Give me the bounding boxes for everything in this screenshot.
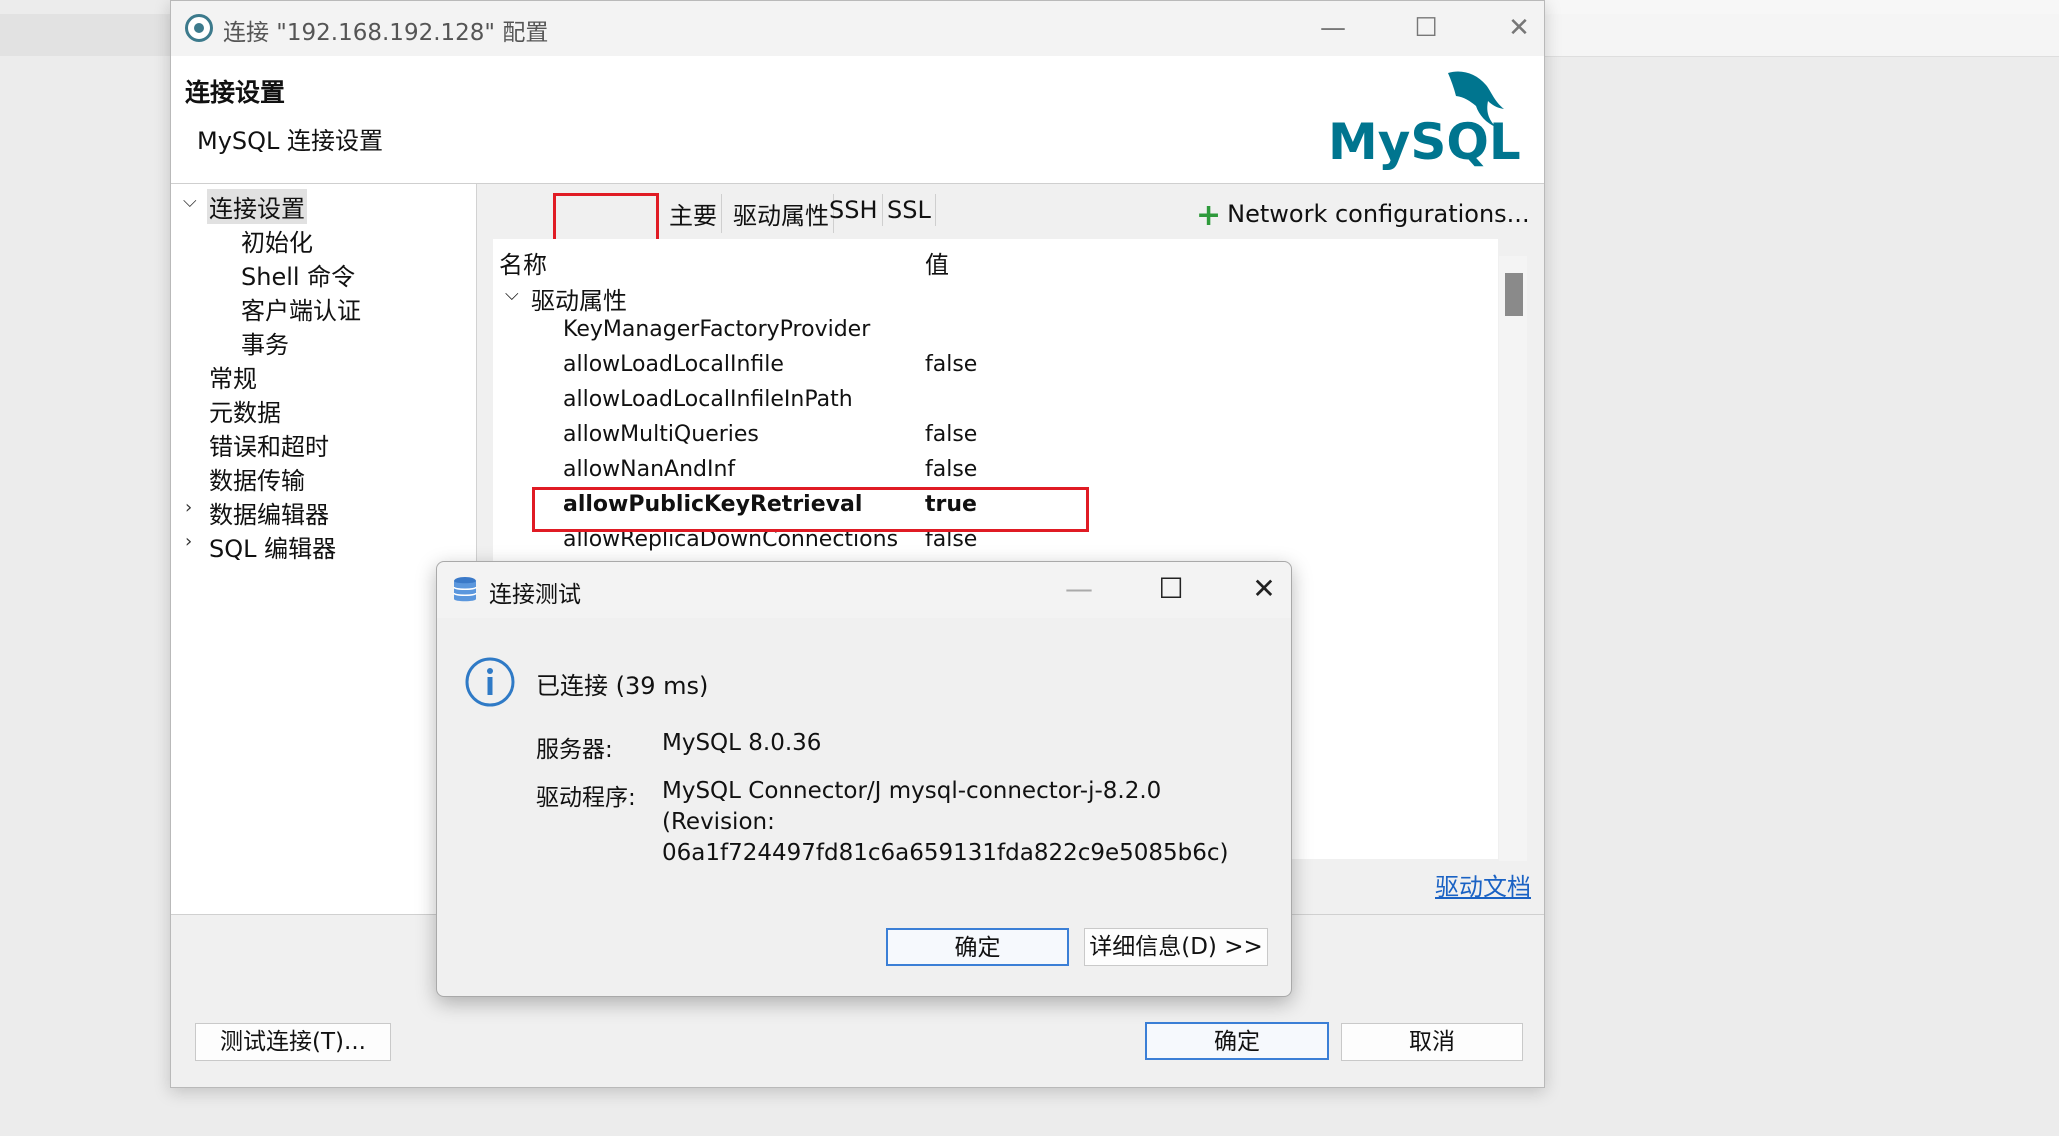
tree-item-data-editor[interactable]: 数据编辑器 <box>209 495 329 530</box>
scrollbar-track[interactable] <box>1499 256 1527 861</box>
group-label: 驱动属性 <box>531 287 627 315</box>
header-area: 连接设置 MySQL 连接设置 MySQL <box>171 56 1544 184</box>
connection-test-dialog: 连接测试 — ☐ ✕ 已连接 (39 ms) 服务器: MySQL 8.0.36… <box>436 561 1292 997</box>
dialog-ok-button[interactable]: 确定 <box>886 928 1069 966</box>
tree-item-init[interactable]: 初始化 <box>241 223 313 258</box>
table-row[interactable]: allowLoadLocalInfileInPath <box>493 387 1498 422</box>
chevron-down-icon[interactable]: ⌵ <box>505 284 519 305</box>
window-title: 连接 "192.168.192.128" 配置 <box>223 20 549 46</box>
tree-item-general[interactable]: 常规 <box>209 359 257 394</box>
property-highlight-box <box>532 487 1089 532</box>
database-icon <box>453 577 477 602</box>
tree-item-client-auth[interactable]: 客户端认证 <box>241 291 361 326</box>
dialog-details-button[interactable]: 详细信息(D) >> <box>1084 928 1268 966</box>
property-name: allowLoadLocalInfileInPath <box>563 387 853 412</box>
driver-label: 驱动程序: <box>536 785 636 811</box>
mysql-logo: MySQL <box>1328 71 1521 171</box>
table-row[interactable]: KeyManagerFactoryProvider <box>493 317 1498 352</box>
chevron-right-icon[interactable]: › <box>185 497 192 518</box>
settings-tree: ⌵ 连接设置 初始化 Shell 命令 客户端认证 事务 常规 元数据 错误和超… <box>171 184 477 914</box>
property-value[interactable]: false <box>925 352 977 377</box>
group-row[interactable]: ⌵ 驱动属性 <box>493 281 1498 316</box>
property-name: allowNanAndInf <box>563 457 736 482</box>
page-subtitle: MySQL 连接设置 <box>197 127 384 155</box>
scrollbar-thumb[interactable] <box>1505 273 1523 316</box>
property-value[interactable]: false <box>925 422 977 447</box>
driver-value-line-1: MySQL Connector/J mysql-connector-j-8.2.… <box>662 778 1162 804</box>
server-value: MySQL 8.0.36 <box>662 730 822 756</box>
tree-item-metadata[interactable]: 元数据 <box>209 393 281 428</box>
test-connection-button[interactable]: 测试连接(T)... <box>195 1023 391 1061</box>
table-row[interactable]: allowLoadLocalInfile false <box>493 352 1498 387</box>
ok-button[interactable]: 确定 <box>1145 1022 1329 1060</box>
property-name: KeyManagerFactoryProvider <box>563 317 871 342</box>
table-row[interactable]: allowReplicaDownConnections false <box>493 527 1498 562</box>
driver-docs-link[interactable]: 驱动文档 <box>1435 867 1531 902</box>
dialog-maximize-button[interactable]: ☐ <box>1149 570 1193 608</box>
tree-item-sql-editor[interactable]: SQL 编辑器 <box>209 529 336 564</box>
server-label: 服务器: <box>536 737 613 763</box>
column-header-name[interactable]: 名称 <box>499 245 547 280</box>
chevron-right-icon[interactable]: › <box>185 531 192 552</box>
cancel-button[interactable]: 取消 <box>1341 1023 1523 1061</box>
property-name: allowLoadLocalInfile <box>563 352 784 377</box>
dialog-close-button[interactable]: ✕ <box>1242 570 1286 608</box>
chevron-down-icon[interactable]: ⌵ <box>183 191 197 212</box>
tree-item-errors-timeouts[interactable]: 错误和超时 <box>209 427 329 462</box>
info-icon <box>465 657 515 707</box>
tab-ssl[interactable]: SSL <box>883 194 936 226</box>
column-header-value[interactable]: 值 <box>925 245 949 280</box>
tab-main[interactable]: 主要 <box>665 194 722 233</box>
svg-text:MySQL: MySQL <box>1328 113 1521 171</box>
connection-status-message: 已连接 (39 ms) <box>536 672 709 700</box>
page-title: 连接设置 <box>185 78 286 107</box>
tree-item-transactions[interactable]: 事务 <box>241 325 289 360</box>
background-bar <box>1545 14 2059 57</box>
driver-value-line-2: (Revision: <box>662 809 775 835</box>
title-bar[interactable]: 连接 "192.168.192.128" 配置 — ☐ ✕ <box>171 1 1544 56</box>
property-value[interactable]: false <box>925 457 977 482</box>
background-area <box>1545 0 2059 14</box>
table-row[interactable]: allowMultiQueries false <box>493 422 1498 457</box>
driver-value-line-3: 06a1f724497fd81c6a659131fda822c9e5085b6c… <box>662 840 1229 866</box>
property-name: allowMultiQueries <box>563 422 759 447</box>
tab-driver-properties[interactable]: 驱动属性 <box>729 194 834 233</box>
plus-icon: + <box>1196 198 1222 233</box>
dialog-title: 连接测试 <box>489 582 581 608</box>
tab-ssh[interactable]: SSH <box>825 194 883 226</box>
maximize-button[interactable]: ☐ <box>1404 9 1448 47</box>
minimize-button[interactable]: — <box>1311 9 1355 47</box>
tree-item-shell-commands[interactable]: Shell 命令 <box>241 257 355 292</box>
dialog-title-bar[interactable]: 连接测试 — ☐ ✕ <box>437 562 1291 618</box>
dbeaver-app-icon <box>185 14 213 42</box>
close-button[interactable]: ✕ <box>1497 9 1541 47</box>
dialog-minimize-button[interactable]: — <box>1057 570 1101 608</box>
tree-item-connection-settings[interactable]: 连接设置 <box>207 189 307 224</box>
network-configurations-button[interactable]: + Network configurations... <box>1196 198 1530 233</box>
network-configurations-label: Network configurations... <box>1227 200 1530 228</box>
tree-item-data-transfer[interactable]: 数据传输 <box>209 461 305 496</box>
